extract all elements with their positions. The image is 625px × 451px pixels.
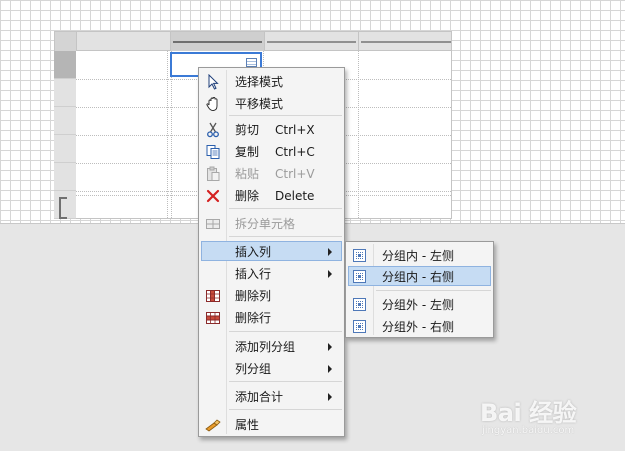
column-header-4[interactable] bbox=[359, 32, 453, 52]
menu-item-properties[interactable]: 属性 bbox=[201, 414, 342, 434]
row-handle-2[interactable] bbox=[54, 79, 76, 107]
menu-item-label: 粘贴 bbox=[235, 167, 260, 181]
watermark-main-text: Bai 经验 bbox=[480, 399, 577, 427]
group-inner-right-icon bbox=[352, 269, 368, 285]
menu-item-add-column-group[interactable]: 添加列分组 bbox=[201, 336, 342, 356]
menu-item-label: 属性 bbox=[235, 418, 260, 432]
submenu-item-outer-right[interactable]: 分组外 - 右侧 bbox=[348, 316, 491, 336]
delete-x-icon bbox=[205, 188, 221, 204]
column-header-bar bbox=[361, 41, 451, 43]
submenu-arrow-icon bbox=[328, 393, 332, 401]
column-ruler[interactable] bbox=[54, 31, 453, 52]
delete-column-icon bbox=[205, 288, 221, 304]
menu-item-cut[interactable]: 剪切 Ctrl+X bbox=[201, 119, 342, 139]
menu-item-insert-row[interactable]: 插入行 bbox=[201, 263, 342, 283]
menu-item-pan-mode[interactable]: 平移模式 bbox=[201, 93, 342, 113]
menu-item-shortcut: Delete bbox=[275, 189, 315, 203]
footer-bracket-icon bbox=[59, 197, 67, 219]
row-handle-3[interactable] bbox=[54, 107, 76, 135]
menu-item-paste[interactable]: 粘贴 Ctrl+V bbox=[201, 163, 342, 183]
menu-item-label: 添加列分组 bbox=[235, 340, 296, 354]
delete-row-icon bbox=[205, 310, 221, 326]
menu-item-label: 平移模式 bbox=[235, 97, 284, 111]
row-handle-1[interactable] bbox=[54, 51, 76, 79]
menu-separator bbox=[376, 290, 491, 291]
menu-item-column-group[interactable]: 列分组 bbox=[201, 358, 342, 378]
menu-item-label: 删除 bbox=[235, 189, 260, 203]
submenu-item-inner-right[interactable]: 分组内 - 右侧 bbox=[348, 266, 491, 286]
paste-icon bbox=[205, 166, 221, 182]
menu-item-insert-column[interactable]: 插入列 bbox=[201, 241, 342, 261]
row-handle-4[interactable] bbox=[54, 135, 76, 163]
baidu-jingyan-watermark: Bai 经验 jingyan.baidu.com bbox=[480, 393, 620, 443]
menu-separator bbox=[229, 115, 342, 116]
menu-item-shortcut: Ctrl+X bbox=[275, 123, 315, 137]
ruler-corner[interactable] bbox=[55, 32, 77, 52]
menu-item-delete[interactable]: 删除 Delete bbox=[201, 185, 342, 205]
menu-item-split-cell[interactable]: 拆分单元格 bbox=[201, 213, 342, 233]
cut-icon bbox=[205, 122, 221, 138]
submenu-item-label: 分组内 - 右侧 bbox=[382, 270, 454, 284]
submenu-item-label: 分组内 - 左侧 bbox=[382, 249, 454, 263]
menu-item-label: 复制 bbox=[235, 145, 260, 159]
menu-item-label: 添加合计 bbox=[235, 390, 284, 404]
column-gridline bbox=[167, 51, 168, 218]
watermark-sub-text: jingyan.baidu.com bbox=[482, 425, 575, 436]
menu-item-add-total[interactable]: 添加合计 bbox=[201, 386, 342, 406]
pointer-icon bbox=[205, 74, 221, 90]
menu-item-label: 删除列 bbox=[235, 289, 272, 303]
row-handle-5[interactable] bbox=[54, 163, 76, 191]
menu-item-label: 拆分单元格 bbox=[235, 217, 296, 231]
insert-column-submenu: 分组内 - 左侧 分组内 - 右侧 分组外 - 左侧 分组外 - 右侧 bbox=[345, 241, 494, 338]
submenu-item-label: 分组外 - 右侧 bbox=[382, 320, 454, 334]
cell-list-icon bbox=[246, 58, 257, 67]
copy-icon bbox=[205, 144, 221, 160]
column-header-3[interactable] bbox=[265, 32, 359, 52]
menu-item-label: 插入列 bbox=[235, 245, 272, 259]
submenu-arrow-icon bbox=[328, 270, 332, 278]
submenu-item-outer-left[interactable]: 分组外 - 左侧 bbox=[348, 294, 491, 314]
column-header-2[interactable] bbox=[171, 32, 265, 52]
menu-item-label: 列分组 bbox=[235, 362, 272, 376]
menu-item-select-mode[interactable]: 选择模式 bbox=[201, 71, 342, 91]
column-gridline bbox=[358, 51, 359, 218]
menu-separator bbox=[229, 381, 342, 382]
group-outer-right-icon bbox=[352, 319, 368, 335]
menu-item-label: 剪切 bbox=[235, 123, 260, 137]
menu-item-delete-column[interactable]: 删除列 bbox=[201, 285, 342, 305]
menu-separator bbox=[229, 331, 342, 332]
context-menu: 选择模式 平移模式 剪切 Ctrl+X 复制 Ctrl+C 粘贴 Ctrl+V … bbox=[198, 67, 345, 437]
group-inner-left-icon bbox=[352, 248, 368, 264]
properties-icon bbox=[205, 417, 221, 433]
menu-item-copy[interactable]: 复制 Ctrl+C bbox=[201, 141, 342, 161]
menu-separator bbox=[229, 409, 342, 410]
submenu-arrow-icon bbox=[328, 248, 332, 256]
menu-item-label: 插入行 bbox=[235, 267, 272, 281]
menu-separator bbox=[229, 236, 342, 237]
menu-item-delete-row[interactable]: 删除行 bbox=[201, 307, 342, 327]
menu-item-shortcut: Ctrl+V bbox=[275, 167, 315, 181]
submenu-item-inner-left[interactable]: 分组内 - 左侧 bbox=[348, 245, 491, 265]
column-header-1[interactable] bbox=[77, 32, 171, 52]
pan-hand-icon bbox=[205, 96, 221, 112]
menu-item-shortcut: Ctrl+C bbox=[275, 145, 315, 159]
column-header-bar bbox=[267, 41, 356, 43]
submenu-arrow-icon bbox=[328, 365, 332, 373]
menu-separator bbox=[229, 208, 342, 209]
submenu-arrow-icon bbox=[328, 343, 332, 351]
column-header-bar bbox=[173, 41, 262, 43]
menu-item-label: 删除行 bbox=[235, 311, 272, 325]
submenu-item-label: 分组外 - 左侧 bbox=[382, 298, 454, 312]
menu-item-label: 选择模式 bbox=[235, 75, 284, 89]
group-outer-left-icon bbox=[352, 297, 368, 313]
split-cell-icon bbox=[205, 216, 221, 232]
